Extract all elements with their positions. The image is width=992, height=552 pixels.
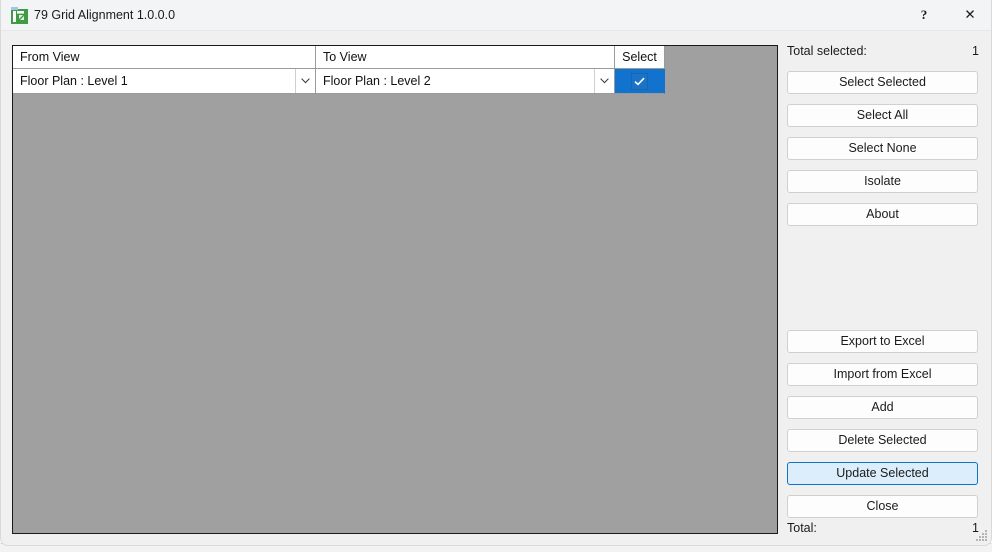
grid-alignment-icon bbox=[11, 7, 28, 24]
resize-grip[interactable] bbox=[976, 530, 988, 542]
total-row: Total: 1 bbox=[787, 521, 980, 538]
import-from-excel-button[interactable]: Import from Excel bbox=[787, 363, 978, 386]
selection-button-group: Select Selected Select All Select None Isol… bbox=[787, 61, 978, 226]
add-button[interactable]: Add bbox=[787, 396, 978, 419]
select-all-button[interactable]: Select All bbox=[787, 104, 978, 127]
close-icon: ✕ bbox=[964, 7, 976, 22]
table-row[interactable]: Floor Plan : Level 1 Floor Plan : Level … bbox=[13, 69, 665, 94]
update-selected-button[interactable]: Update Selected bbox=[787, 462, 978, 485]
total-selected-value: 1 bbox=[972, 44, 979, 58]
total-label: Total: bbox=[787, 521, 817, 535]
close-window-button[interactable]: ✕ bbox=[947, 0, 991, 30]
cell-from-view[interactable]: Floor Plan : Level 1 bbox=[13, 69, 316, 94]
column-header-to-view[interactable]: To View bbox=[316, 46, 615, 69]
close-button[interactable]: Close bbox=[787, 495, 978, 518]
row-select-checkbox[interactable] bbox=[631, 72, 648, 90]
side-panel: Total selected: 1 Select Selected Select … bbox=[787, 44, 980, 535]
chevron-down-icon[interactable] bbox=[594, 69, 614, 93]
isolate-button[interactable]: Isolate bbox=[787, 170, 978, 193]
about-button[interactable]: About bbox=[787, 203, 978, 226]
cell-to-view[interactable]: Floor Plan : Level 2 bbox=[316, 69, 615, 94]
select-selected-button[interactable]: Select Selected bbox=[787, 71, 978, 94]
total-selected-label: Total selected: bbox=[787, 44, 867, 58]
grid-header-row: From View To View Select bbox=[13, 46, 665, 69]
column-header-select[interactable]: Select bbox=[615, 46, 665, 69]
chevron-down-icon[interactable] bbox=[295, 69, 315, 93]
application-window: 79 Grid Alignment 1.0.0.0 ? ✕ From View … bbox=[0, 0, 992, 546]
desktop-background: 79 Grid Alignment 1.0.0.0 ? ✕ From View … bbox=[0, 0, 992, 552]
export-to-excel-button[interactable]: Export to Excel bbox=[787, 330, 978, 353]
action-button-group: Export to Excel Import from Excel Add Delet… bbox=[787, 320, 978, 518]
column-header-from-view[interactable]: From View bbox=[13, 46, 316, 69]
window-title: 79 Grid Alignment 1.0.0.0 bbox=[34, 8, 176, 22]
title-bar: 79 Grid Alignment 1.0.0.0 ? ✕ bbox=[1, 0, 991, 31]
cell-select[interactable] bbox=[615, 69, 665, 94]
help-button[interactable]: ? bbox=[901, 0, 947, 30]
select-none-button[interactable]: Select None bbox=[787, 137, 978, 160]
delete-selected-button[interactable]: Delete Selected bbox=[787, 429, 978, 452]
cell-to-view-text: Floor Plan : Level 2 bbox=[323, 74, 431, 88]
cell-from-view-text: Floor Plan : Level 1 bbox=[20, 74, 128, 88]
view-pairs-data-grid[interactable]: From View To View Select Floor Plan : Le… bbox=[12, 45, 778, 534]
total-selected-row: Total selected: 1 bbox=[787, 44, 980, 61]
help-icon: ? bbox=[920, 7, 928, 22]
